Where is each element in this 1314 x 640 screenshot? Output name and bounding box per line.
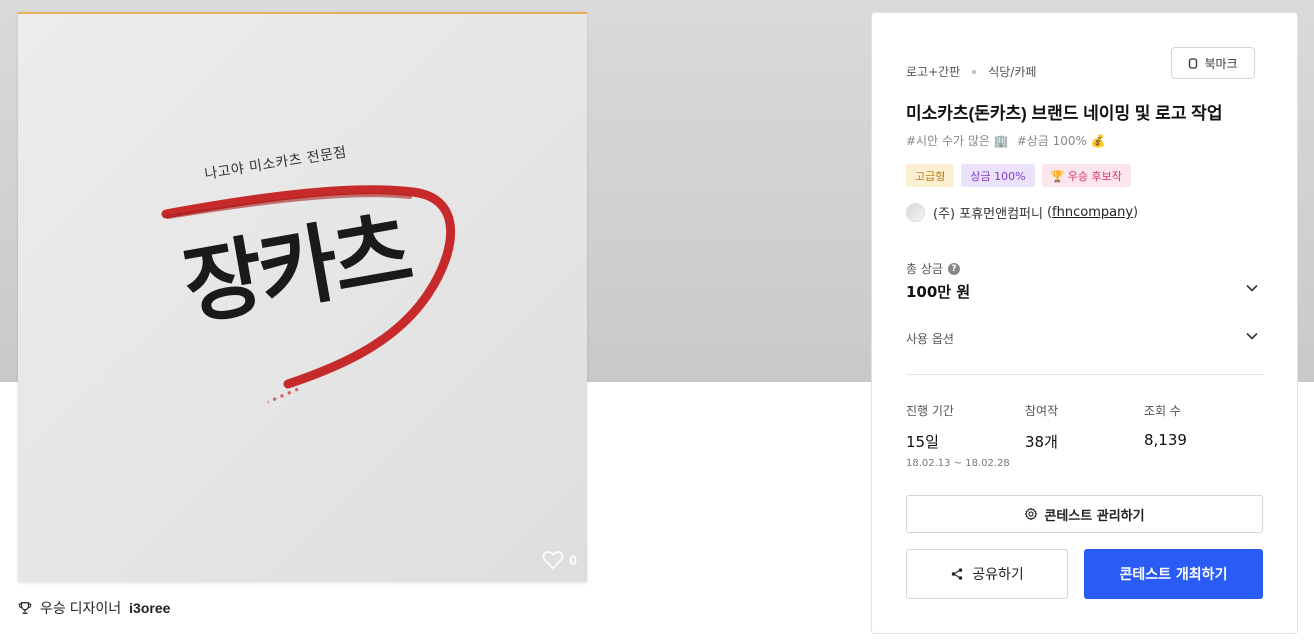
- breadcrumb-category[interactable]: 로고+간판: [906, 63, 960, 80]
- hashtag[interactable]: #상금 100% 💰: [1017, 132, 1106, 149]
- divider: [906, 374, 1263, 375]
- manage-contest-label: 콘테스트 관리하기: [1044, 508, 1145, 524]
- usage-option-label: 사용 옵션: [906, 332, 954, 346]
- contest-info-panel: 로고+간판 식당/카페 북마크 미소카츠(돈카츠) 브랜드 네이밍 및 로고 작…: [871, 12, 1298, 634]
- contest-title: 미소카츠(돈카츠) 브랜드 네이밍 및 로고 작업: [906, 104, 1223, 123]
- badge-list: 고급형 상금 100% 🏆 우승 후보작: [906, 164, 1131, 187]
- like-button[interactable]: 0: [542, 550, 577, 570]
- total-prize-label-row: 총 상금 ?: [906, 260, 960, 277]
- contest-artwork[interactable]: 나고야 미소카츠 전문점 장카츠 0: [18, 12, 587, 582]
- company-name: (주) 포휴먼앤컴퍼니: [933, 207, 1043, 222]
- usage-option-row[interactable]: 사용 옵션: [906, 330, 954, 347]
- winner-label: 우승 디자이너: [40, 600, 122, 616]
- breadcrumb-separator: [972, 69, 977, 74]
- bookmark-label: 북마크: [1204, 56, 1238, 71]
- prize-badge: 상금 100%: [961, 164, 1035, 187]
- stat-period-range: 18.02.13 ~ 18.02.28: [906, 458, 1010, 469]
- company-avatar: [906, 203, 925, 222]
- share-label: 공유하기: [972, 567, 1024, 583]
- chevron-down-icon[interactable]: [1245, 329, 1259, 343]
- stat-views-label: 조회 수: [1144, 404, 1181, 418]
- premium-badge: 고급형: [906, 164, 955, 187]
- stat-entries-value: 38개: [1025, 433, 1058, 451]
- stat-entries-label: 참여작: [1025, 404, 1059, 418]
- winner-designer: 우승 디자이너 i3oree: [18, 598, 170, 618]
- trophy-icon: [18, 602, 32, 614]
- heart-icon: [542, 551, 564, 570]
- like-count: 0: [569, 552, 577, 568]
- company-handle-wrapper: (fhncompany): [1047, 205, 1138, 220]
- stat-period-value: 15일: [906, 433, 939, 451]
- hashtag[interactable]: #시안 수가 많은 🏢: [906, 132, 1009, 149]
- paren-close: ): [1133, 205, 1139, 220]
- breadcrumb-subcategory[interactable]: 식당/카페: [988, 63, 1036, 80]
- breadcrumb: 로고+간판 식당/카페: [906, 63, 1036, 80]
- stat-entries: 참여작 38개: [1025, 402, 1058, 452]
- share-button[interactable]: 공유하기: [906, 549, 1068, 599]
- hashtag-list: #시안 수가 많은 🏢 #상금 100% 💰: [906, 132, 1106, 149]
- stat-period-label: 진행 기간: [906, 404, 954, 418]
- help-icon[interactable]: ?: [947, 262, 960, 275]
- stat-views: 조회 수 8,139: [1144, 402, 1187, 449]
- winner-name[interactable]: i3oree: [129, 600, 170, 616]
- host-company: (주) 포휴먼앤컴퍼니 (fhncompany): [906, 203, 1138, 222]
- manage-contest-button[interactable]: 콘테스트 관리하기: [906, 495, 1263, 533]
- candidate-badge: 🏆 우승 후보작: [1041, 164, 1131, 187]
- chevron-down-icon[interactable]: [1245, 281, 1259, 295]
- bookmark-icon: [1189, 57, 1198, 69]
- total-prize-label: 총 상금: [906, 262, 943, 276]
- company-handle[interactable]: fhncompany: [1052, 205, 1133, 220]
- total-prize-value: 100만 원: [906, 283, 971, 301]
- share-icon: [951, 568, 963, 580]
- stat-period: 진행 기간 15일 18.02.13 ~ 18.02.28: [906, 402, 1010, 469]
- host-contest-button[interactable]: 콘테스트 개최하기: [1084, 549, 1263, 599]
- gear-icon: [1025, 507, 1038, 521]
- bookmark-button[interactable]: 북마크: [1171, 47, 1255, 79]
- stat-views-value: 8,139: [1144, 431, 1187, 449]
